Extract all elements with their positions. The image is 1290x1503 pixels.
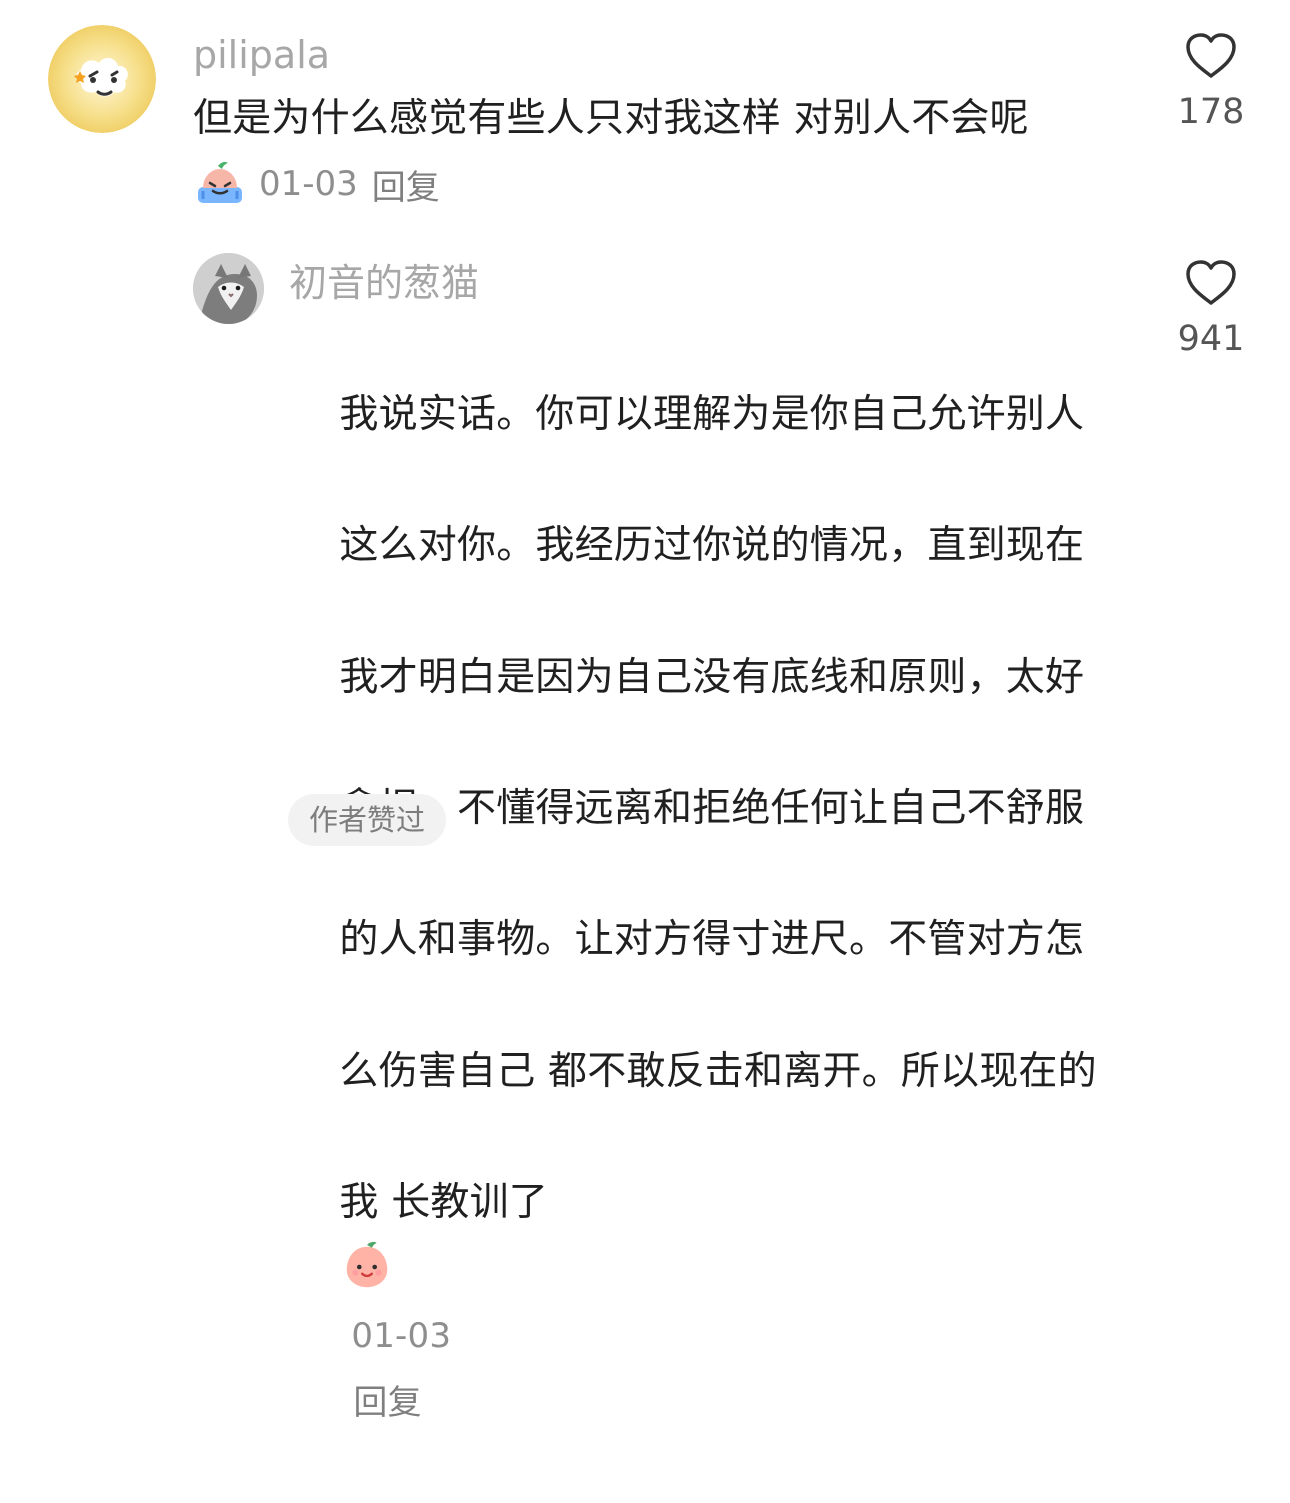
like-button[interactable]: 178 [1166,31,1256,130]
cat-photo-avatar-icon [193,253,264,324]
comment-text-line: 我才明白是因为自己没有底线和原则，太好 [339,654,1085,700]
reply-button[interactable]: 回复 [353,1383,421,1423]
avatar[interactable] [193,253,264,324]
comment-text: 但是为什么感觉有些人只对我这样 对别人不会呢 [193,96,1029,141]
comment-author[interactable]: pilipala [193,36,330,74]
comment-text-line: 我说实话。你可以理解为是你自己允许别人 [339,391,1085,437]
comment-date: 01-03 [351,1315,452,1356]
like-count: 941 [1177,319,1245,359]
comment-author[interactable]: 初音的葱猫 [289,264,479,302]
cartoon-cloud-avatar-icon [48,25,156,133]
comment-date: 01-03 [259,164,358,204]
comment-text-line: 么伤害自己 都不敢反击和离开。所以现在的 [339,1048,1097,1094]
comment-text-line: 我 长教训了 [339,1180,548,1226]
heart-outline-icon [1186,33,1236,78]
comment-meta: 01-03 回复 [193,157,440,211]
comment-text: 我说实话。你可以理解为是你自己允许别人 这么对你。我经历过你说的情况，直到现在 … [289,316,1119,1503]
heart-outline-icon [1186,260,1236,305]
comment-text-line: 拿捏，不懂得远离和拒绝任何让自己不舒服 [339,785,1085,831]
smiling-peach-sticker-icon [347,1241,388,1288]
reply-button[interactable]: 回复 [372,160,440,209]
author-liked-badge: 作者赞过 [288,794,446,846]
like-count: 178 [1177,92,1245,132]
comment-text-line: 这么对你。我经历过你说的情况，直到现在 [339,523,1085,569]
comment-text-line: 的人和事物。让对方得寸进尺。不管对方怎 [339,917,1085,963]
crying-sticker-icon [198,162,242,203]
avatar[interactable] [48,25,156,133]
like-button[interactable]: 941 [1166,258,1256,357]
